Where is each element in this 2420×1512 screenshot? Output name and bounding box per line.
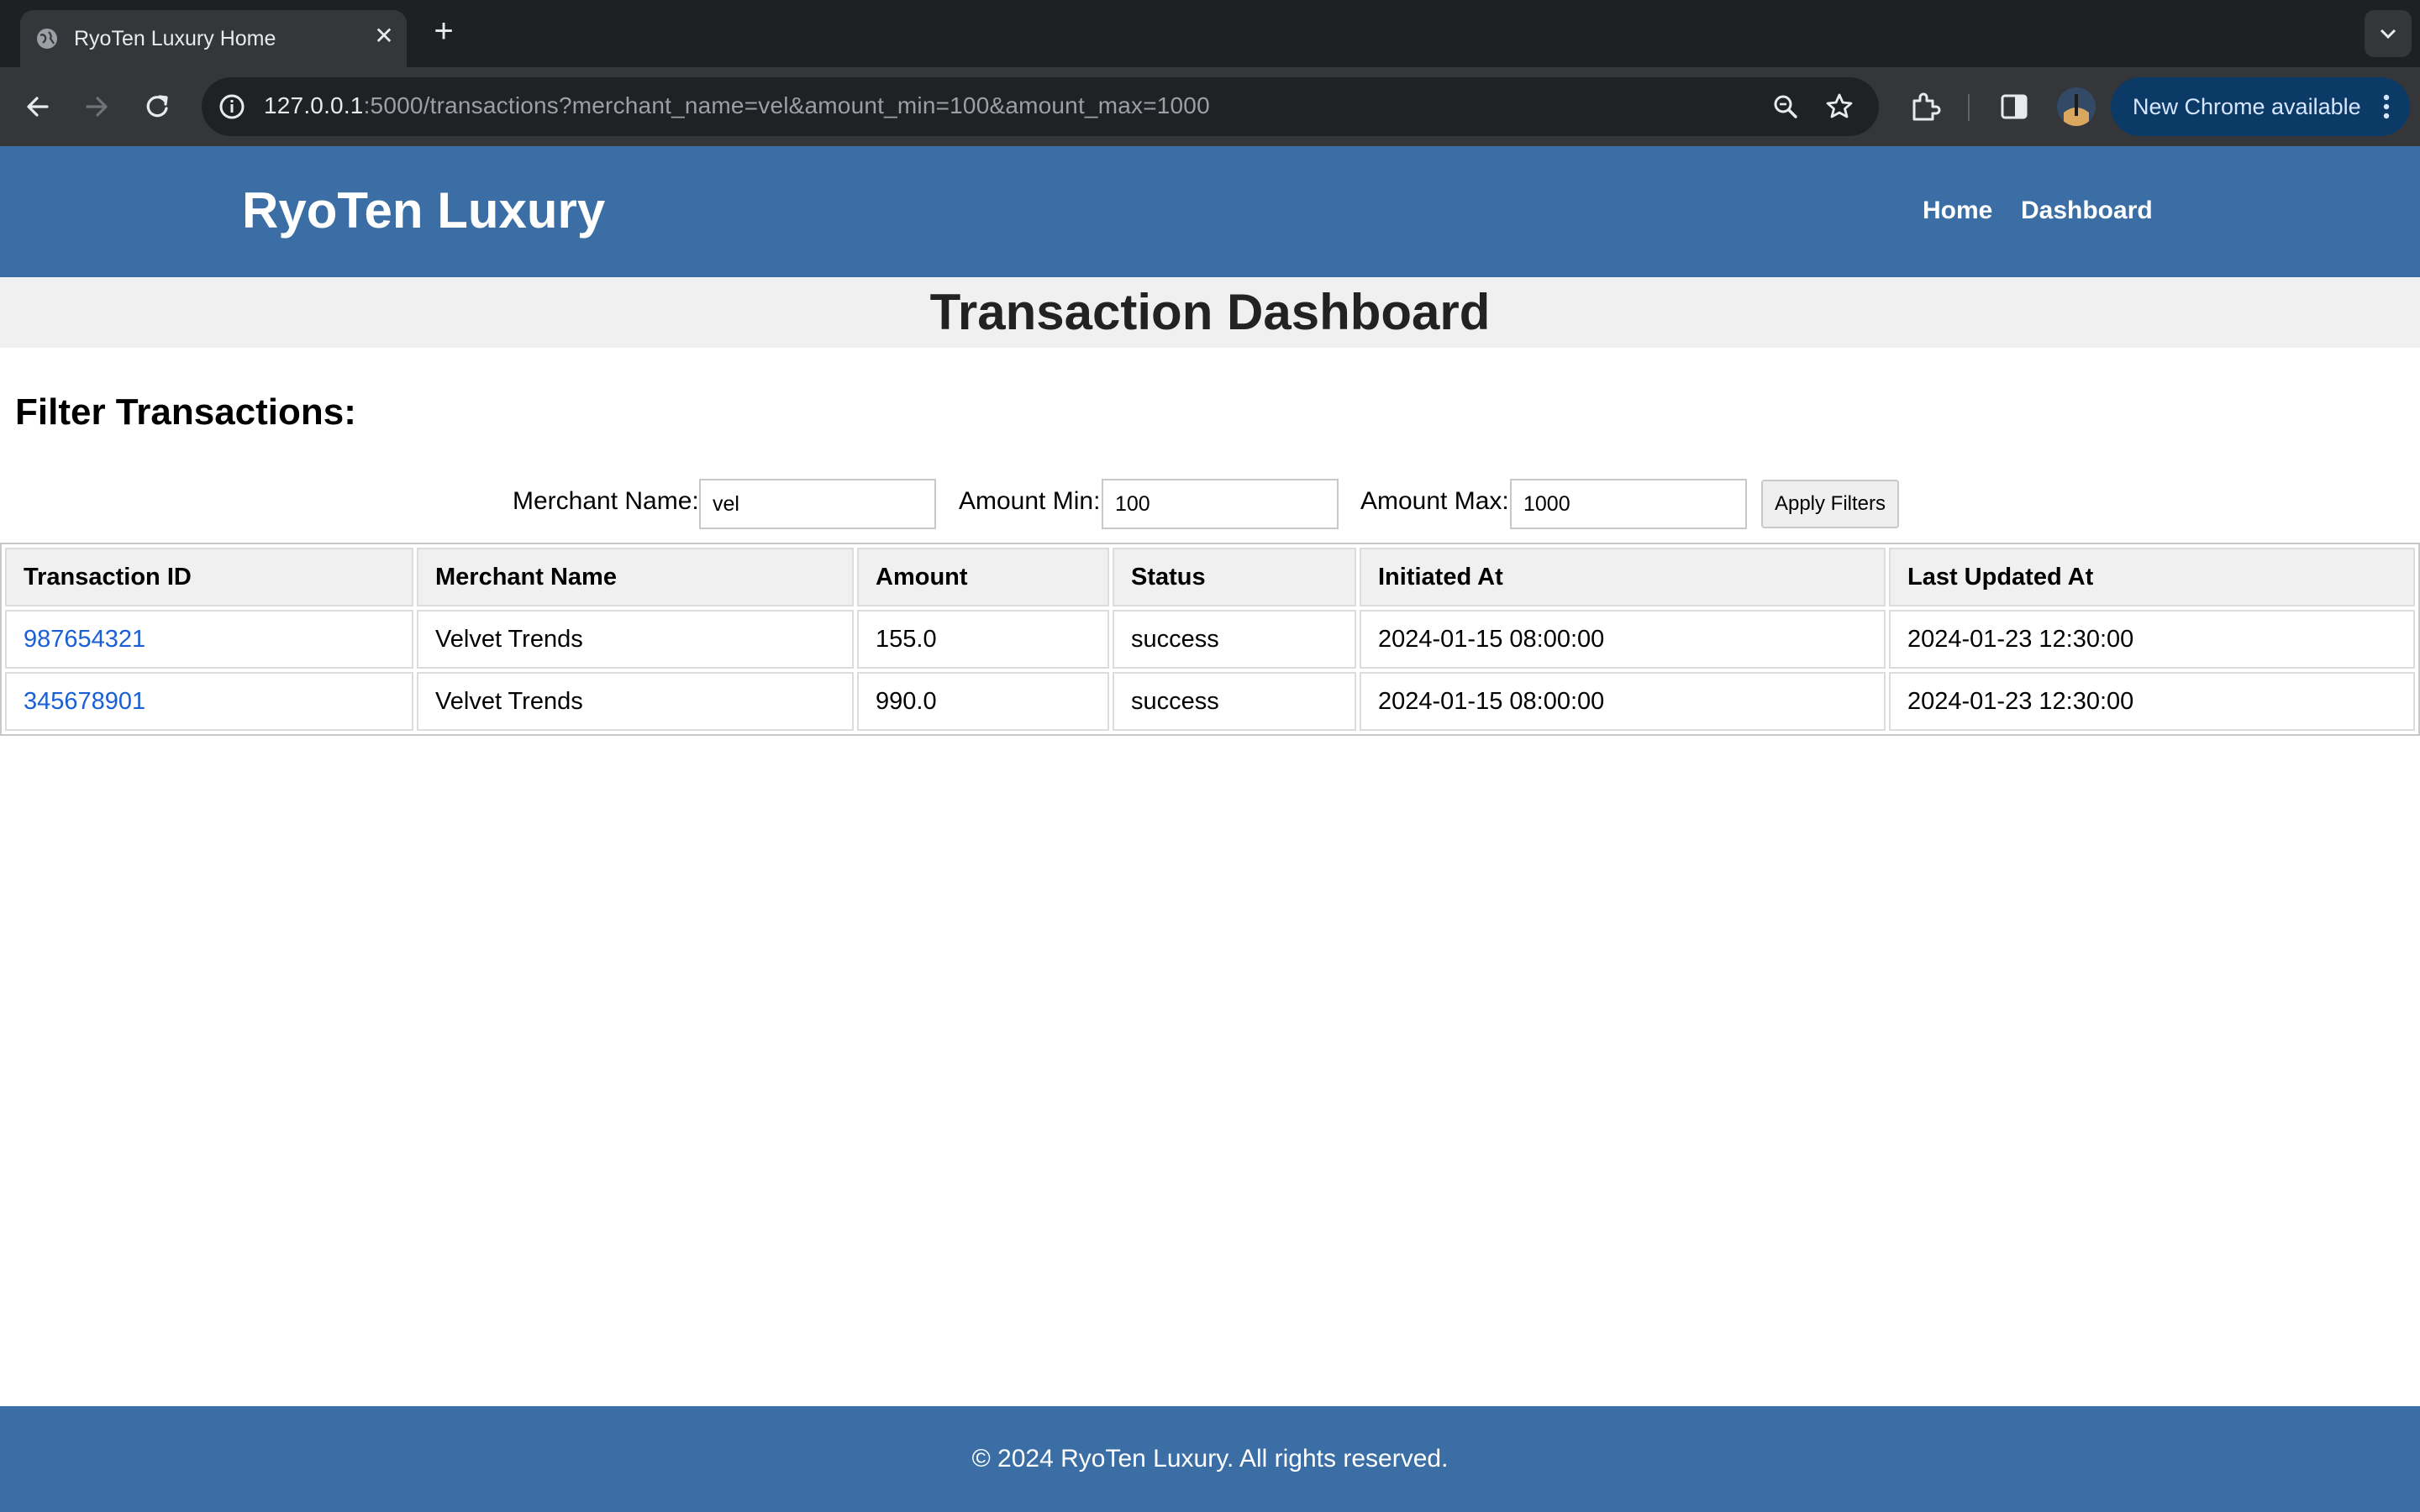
- footer-copyright: © 2024 RyoTen Luxury. All rights reserve…: [971, 1445, 1449, 1473]
- reload-icon[interactable]: [136, 86, 178, 128]
- site-info-icon[interactable]: [213, 88, 250, 125]
- col-last-updated-at: Last Updated At: [1889, 548, 2415, 606]
- url-text[interactable]: 127.0.0.1:5000/transactions?merchant_nam…: [264, 92, 1210, 119]
- apply-filters-button[interactable]: Apply Filters: [1761, 480, 1899, 528]
- updated-cell: 2024-01-23 12:30:00: [1889, 672, 2415, 731]
- amount-cell: 155.0: [857, 610, 1109, 669]
- new-tab-icon[interactable]: +: [429, 14, 459, 48]
- col-amount: Amount: [857, 548, 1109, 606]
- transaction-id-cell: 987654321: [5, 610, 413, 669]
- merchant-cell: Velvet Trends: [417, 672, 854, 731]
- browser-tab[interactable]: RyoTen Luxury Home ✕: [20, 10, 407, 67]
- transaction-id-link[interactable]: 345678901: [24, 688, 145, 715]
- filter-heading: Filter Transactions:: [15, 391, 356, 433]
- profile-avatar[interactable]: [2057, 87, 2096, 126]
- browser-toolbar: 127.0.0.1:5000/transactions?merchant_nam…: [0, 67, 2420, 146]
- globe-icon: [35, 27, 59, 50]
- url-host: 127.0.0.1: [264, 92, 364, 118]
- amount-min-input[interactable]: [1102, 479, 1339, 529]
- more-vert-icon[interactable]: [2376, 89, 2396, 124]
- tab-close-icon[interactable]: ✕: [371, 24, 397, 49]
- table-header-row: Transaction ID Merchant Name Amount Stat…: [5, 548, 2415, 606]
- amount-min-label: Amount Min:: [959, 487, 1101, 515]
- tab-title: RyoTen Luxury Home: [74, 27, 276, 50]
- update-label: New Chrome available: [2133, 94, 2361, 119]
- merchant-name-label: Merchant Name:: [513, 487, 699, 515]
- side-panel-icon[interactable]: [1996, 89, 2032, 124]
- nav-home[interactable]: Home: [1923, 197, 1992, 225]
- amount-max-label: Amount Max:: [1360, 487, 1509, 515]
- bookmark-star-icon[interactable]: [1823, 91, 1855, 123]
- col-merchant-name: Merchant Name: [417, 548, 854, 606]
- merchant-cell: Velvet Trends: [417, 610, 854, 669]
- merchant-name-input[interactable]: [699, 479, 936, 529]
- site-footer: © 2024 RyoTen Luxury. All rights reserve…: [0, 1406, 2420, 1512]
- initiated-cell: 2024-01-15 08:00:00: [1360, 610, 1886, 669]
- updated-cell: 2024-01-23 12:30:00: [1889, 610, 2415, 669]
- extensions-icon[interactable]: [1907, 89, 1943, 124]
- col-initiated-at: Initiated At: [1360, 548, 1886, 606]
- title-band: Transaction Dashboard: [0, 277, 2420, 348]
- table-row: 345678901 Velvet Trends 990.0 success 20…: [5, 672, 2415, 731]
- forward-icon[interactable]: [76, 86, 118, 128]
- tab-search-icon[interactable]: [2365, 10, 2412, 57]
- status-cell: success: [1113, 610, 1356, 669]
- site-header: RyoTen Luxury Home Dashboard: [0, 146, 2420, 277]
- address-bar[interactable]: 127.0.0.1:5000/transactions?merchant_nam…: [202, 77, 1879, 136]
- tab-strip: RyoTen Luxury Home ✕ +: [0, 0, 2420, 67]
- status-cell: success: [1113, 672, 1356, 731]
- page-title: Transaction Dashboard: [929, 284, 1491, 340]
- col-status: Status: [1113, 548, 1356, 606]
- url-path: :5000/transactions?merchant_name=vel&amo…: [363, 92, 1210, 118]
- amount-max-input[interactable]: [1510, 479, 1747, 529]
- col-transaction-id: Transaction ID: [5, 548, 413, 606]
- back-icon[interactable]: [17, 86, 59, 128]
- brand-logo[interactable]: RyoTen Luxury: [242, 181, 605, 239]
- amount-cell: 990.0: [857, 672, 1109, 731]
- initiated-cell: 2024-01-15 08:00:00: [1360, 672, 1886, 731]
- chrome-update-button[interactable]: New Chrome available: [2111, 77, 2410, 136]
- zoom-icon[interactable]: [1770, 91, 1802, 123]
- transactions-table: Transaction ID Merchant Name Amount Stat…: [0, 543, 2420, 736]
- filter-form: Merchant Name: Amount Min: Amount Max: A…: [0, 479, 2420, 529]
- transaction-id-link[interactable]: 987654321: [24, 626, 145, 653]
- toolbar-divider: [1968, 94, 1970, 121]
- nav-dashboard[interactable]: Dashboard: [2021, 197, 2153, 225]
- transaction-id-cell: 345678901: [5, 672, 413, 731]
- table-row: 987654321 Velvet Trends 155.0 success 20…: [5, 610, 2415, 669]
